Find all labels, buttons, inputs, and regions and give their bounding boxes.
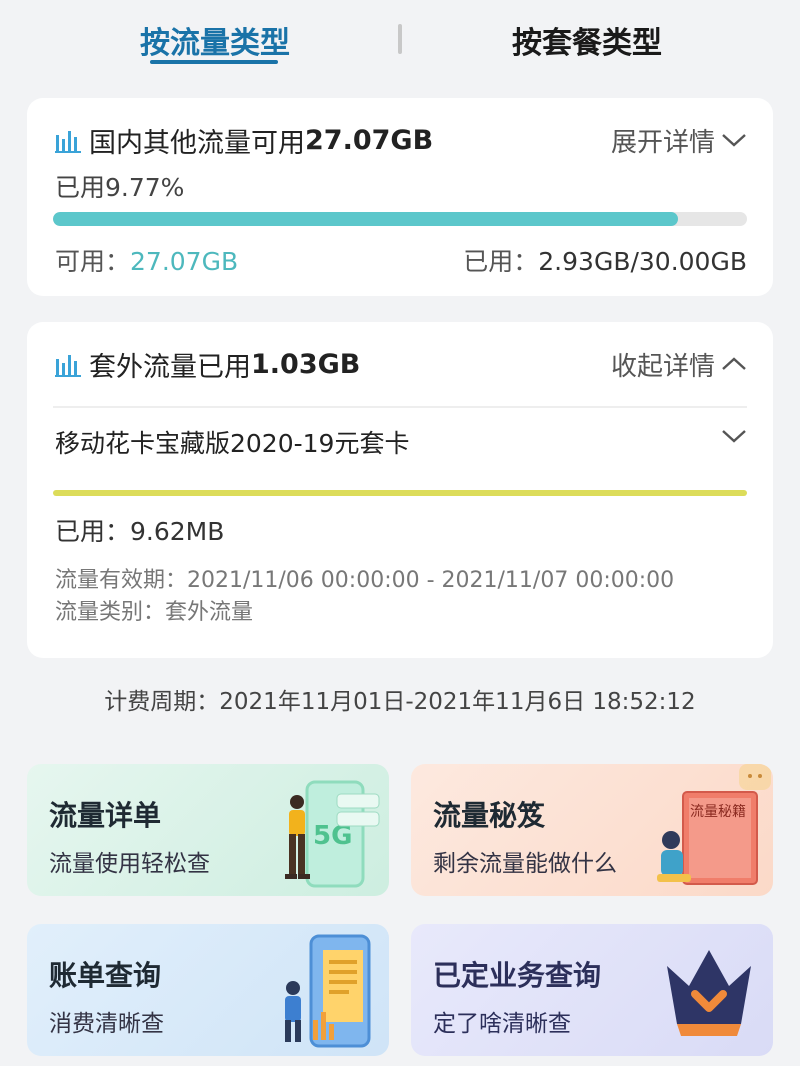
plan-name: 移动花卡宝藏版2020-19元套卡	[55, 429, 410, 458]
used-label: 已用：	[463, 247, 539, 276]
tab-bar: 按流量类型 按套餐类型	[0, 0, 800, 80]
bill-inquiry-tile[interactable]: 账单查询 消费清晰查	[27, 924, 389, 1056]
tab-by-traffic-type[interactable]: 按流量类型	[140, 18, 290, 62]
active-tab-indicator	[150, 60, 278, 64]
extra-used-label: 已用：	[55, 517, 131, 546]
available-row: 可用：27.07GB	[55, 242, 238, 278]
used-value: 2.93GB/30.00GB	[538, 247, 747, 276]
domestic-title-value: 27.07GB	[305, 124, 434, 156]
domestic-title-text: 国内其他流量可用	[89, 127, 305, 159]
book-reader-icon: 流量秘籍	[657, 764, 771, 885]
tile-subtitle: 剩余流量能做什么	[433, 851, 617, 877]
expand-details-button[interactable]: 展开详情	[611, 122, 747, 158]
extra-traffic-card: 套外流量已用 1.03GB 收起详情 移动花卡宝藏版2020-19元套卡 已用：9…	[27, 322, 773, 658]
divider	[53, 406, 747, 408]
chevron-down-icon	[722, 134, 746, 147]
tile-subtitle: 定了啥清晰查	[433, 1011, 571, 1037]
traffic-category: 流量类别：套外流量	[55, 600, 254, 625]
usage-progress-bar	[53, 212, 747, 226]
tile-title: 流量秘笈	[433, 799, 546, 832]
bar-chart-icon	[55, 355, 81, 377]
domestic-card-title: 国内其他流量可用 27.07GB	[55, 122, 434, 159]
tile-title: 账单查询	[49, 959, 162, 992]
tile-title: 已定业务查询	[433, 959, 602, 992]
chevron-up-icon	[722, 357, 746, 370]
phone-5g-icon: 5G	[285, 780, 380, 888]
tab-by-package-type[interactable]: 按套餐类型	[512, 18, 662, 62]
used-row: 已用：2.93GB/30.00GB	[463, 242, 747, 278]
tile-subtitle: 消费清晰查	[49, 1011, 164, 1037]
used-percent-text: 已用9.77%	[55, 173, 185, 202]
tile-title: 流量详单	[49, 799, 162, 832]
book-cover-text: 流量秘籍	[690, 803, 746, 820]
bill-phone-icon	[285, 934, 371, 1048]
available-value: 27.07GB	[130, 247, 239, 276]
crown-icon	[667, 950, 751, 1036]
billing-period: 计费周期：2021年11月01日-2021年11月6日 18:52:12	[104, 689, 696, 715]
traffic-tips-tile[interactable]: 流量秘笈 剩余流量能做什么 流量秘籍	[411, 764, 773, 896]
validity-period: 流量有效期：2021/11/06 00:00:00 - 2021/11/07 0…	[55, 568, 675, 593]
extra-title-text: 套外流量已用	[89, 351, 251, 383]
chevron-down-icon[interactable]	[721, 428, 747, 444]
extra-usage-bar	[53, 490, 747, 496]
extra-card-title: 套外流量已用 1.03GB	[55, 346, 361, 383]
traffic-details-tile[interactable]: 流量详单 流量使用轻松查 5G	[27, 764, 389, 896]
tile-subtitle: 流量使用轻松查	[49, 851, 210, 877]
available-label: 可用：	[55, 247, 131, 276]
domestic-traffic-card: 国内其他流量可用 27.07GB 展开详情 已用9.77% 可用：27.07GB …	[27, 98, 773, 296]
expand-details-label: 展开详情	[610, 127, 715, 158]
extra-used-row: 已用：9.62MB	[55, 512, 224, 548]
bar-chart-icon	[55, 131, 81, 153]
collapse-details-button[interactable]: 收起详情	[611, 346, 747, 382]
collapse-details-label: 收起详情	[610, 351, 715, 382]
subscribed-services-tile[interactable]: 已定业务查询 定了啥清晰查	[411, 924, 773, 1056]
tab-divider	[398, 24, 402, 54]
usage-progress-fill	[53, 212, 678, 226]
extra-used-value: 9.62MB	[130, 517, 225, 546]
extra-title-value: 1.03GB	[251, 348, 361, 380]
